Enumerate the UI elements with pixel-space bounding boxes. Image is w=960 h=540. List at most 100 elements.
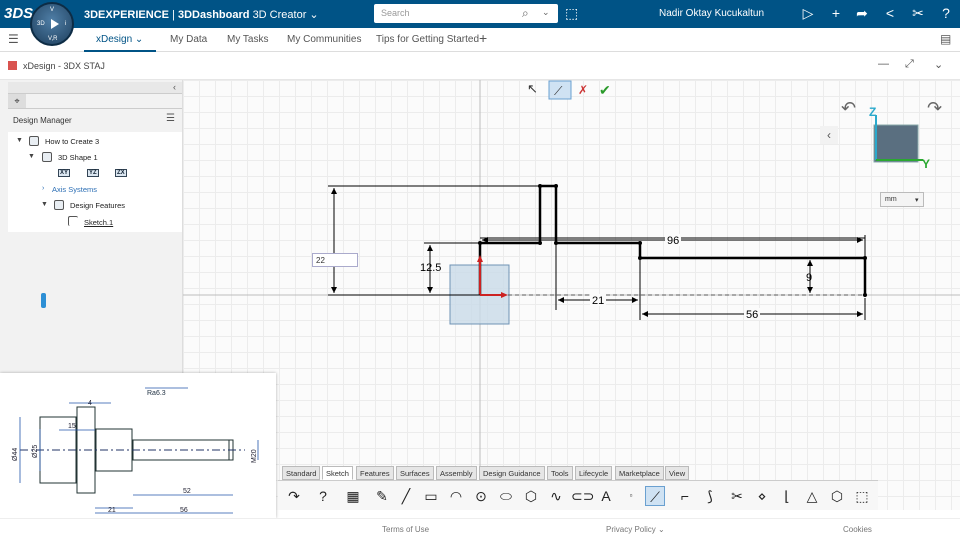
dimension-input[interactable]: 22: [312, 253, 358, 267]
help-icon[interactable]: ?: [938, 5, 954, 21]
tools-icon[interactable]: ✂: [910, 5, 926, 22]
expand-arrow-icon[interactable]: ▼: [28, 153, 35, 160]
rotate-left-icon[interactable]: ↶: [841, 98, 856, 118]
arc-icon[interactable]: ◠: [446, 486, 466, 506]
play-icon[interactable]: [51, 19, 59, 29]
compass-south[interactable]: V,R: [48, 36, 57, 42]
3d-view-icon[interactable]: ⬡: [827, 486, 847, 506]
view-cube-face[interactable]: [874, 125, 918, 162]
dim-9-label[interactable]: 9: [806, 272, 812, 284]
dim-21-label[interactable]: 21: [592, 295, 604, 307]
plane-yz-icon[interactable]: YZ: [87, 169, 99, 177]
add-tab-button[interactable]: +: [479, 30, 487, 46]
tab-assembly[interactable]: Assembly: [436, 466, 477, 480]
brand-chevron-icon[interactable]: ⌄: [309, 9, 318, 21]
units-select[interactable]: mm ▾: [880, 192, 924, 207]
tree-axis-systems[interactable]: Axis Systems: [52, 185, 97, 194]
compass-west[interactable]: 3D: [37, 21, 45, 27]
compass-north[interactable]: V: [50, 7, 54, 13]
privacy-link[interactable]: Privacy Policy ⌄: [606, 525, 665, 534]
spline-icon[interactable]: ∿: [546, 486, 566, 506]
sketch-tools-icon[interactable]: ✎: [372, 486, 392, 506]
user-name[interactable]: Nadir Oktay Kucukaltun: [659, 8, 764, 19]
fillet-icon[interactable]: ⌐: [675, 486, 695, 506]
exit-sketch-icon[interactable]: ✔: [599, 82, 611, 98]
tree-design-features[interactable]: Design Features: [70, 201, 125, 210]
cancel-sketch-icon[interactable]: ✗: [578, 83, 588, 97]
terms-link[interactable]: Terms of Use: [382, 525, 429, 534]
chat-icon[interactable]: ▤: [940, 32, 951, 46]
chevron-down-icon[interactable]: ⌄: [135, 34, 143, 45]
3ds-logo[interactable]: 3DS: [4, 5, 33, 22]
expand-arrow-icon[interactable]: ▼: [16, 137, 23, 144]
panel-menu-icon[interactable]: ☰: [166, 113, 175, 124]
search-dropdown-icon[interactable]: ⌄: [542, 7, 550, 18]
view-cube-back-button[interactable]: ‹: [820, 126, 838, 144]
view-cube[interactable]: ↶ ↷ Z Y: [841, 98, 942, 171]
minimize-button[interactable]: —: [878, 58, 889, 70]
polygon-icon[interactable]: ⬡: [521, 486, 541, 506]
tab-my-tasks[interactable]: My Tasks: [227, 34, 269, 45]
cookies-link[interactable]: Cookies: [843, 525, 872, 534]
tab-design-guidance[interactable]: Design Guidance: [479, 466, 545, 480]
compass-east[interactable]: i: [65, 21, 66, 27]
mirror-icon[interactable]: △: [802, 486, 822, 506]
tag-icon[interactable]: ⬚: [565, 5, 578, 22]
slot-icon[interactable]: ⊂⊃: [571, 486, 594, 506]
tab-standard[interactable]: Standard: [282, 466, 321, 480]
tab-tips[interactable]: Tips for Getting Started: [376, 34, 479, 45]
rotate-right-icon[interactable]: ↷: [927, 98, 942, 118]
dim-56-label[interactable]: 56: [746, 309, 758, 321]
widget-menu-button[interactable]: ⌄: [934, 58, 943, 71]
tab-surfaces[interactable]: Surfaces: [396, 466, 434, 480]
share-icon[interactable]: ▷: [800, 5, 816, 22]
ellipse-icon[interactable]: ⬭: [496, 486, 516, 506]
constraints-icon[interactable]: ⋄: [752, 486, 772, 506]
tab-my-communities[interactable]: My Communities: [287, 34, 361, 45]
line-icon[interactable]: ╱: [396, 486, 416, 506]
redo-icon[interactable]: ↷: [284, 486, 304, 506]
share-network-icon[interactable]: <: [882, 5, 898, 21]
collapse-panel-icon[interactable]: ‹: [173, 82, 176, 92]
tab-features[interactable]: Features: [356, 466, 394, 480]
tab-view[interactable]: View: [665, 466, 690, 480]
search-input[interactable]: Search: [381, 8, 410, 18]
grid-icon[interactable]: ▦: [343, 486, 363, 506]
tab-my-data[interactable]: My Data: [170, 34, 207, 45]
tree-tab-icon[interactable]: ⌖: [8, 94, 26, 108]
select-mode-icon[interactable]: ↖: [527, 81, 538, 96]
tab-marketplace[interactable]: Marketplace: [615, 466, 664, 480]
forward-icon[interactable]: ➦: [854, 5, 870, 22]
dim-96-label[interactable]: 96: [667, 235, 679, 247]
project-icon[interactable]: ⌊: [777, 486, 797, 506]
help-icon[interactable]: ?: [313, 486, 333, 506]
tree-shape[interactable]: 3D Shape 1: [58, 153, 98, 162]
tree-root[interactable]: How to Create 3: [45, 137, 99, 146]
tree-sketch[interactable]: Sketch.1: [84, 218, 113, 227]
sketch-canvas[interactable]: 96 12.5 9 21 56 ↖ ⟋ ✗ ✔ ↶ ↷ Z Y: [183, 80, 960, 510]
tab-xdesign[interactable]: xDesign ⌄: [96, 34, 143, 45]
expand-arrow-icon[interactable]: ▼: [41, 201, 48, 208]
circle-icon[interactable]: ⊙: [471, 486, 491, 506]
text-icon[interactable]: A: [596, 486, 616, 506]
plane-zx-icon[interactable]: ZX: [115, 169, 127, 177]
menu-icon[interactable]: ☰: [8, 32, 19, 46]
search-icon[interactable]: ⌕: [522, 6, 529, 21]
exit-sketch-icon[interactable]: ⬚: [852, 486, 872, 506]
dimension-icon[interactable]: ⟋: [645, 486, 665, 506]
expand-button[interactable]: ⤢: [905, 58, 914, 71]
rectangle-icon[interactable]: ▭: [421, 486, 441, 506]
offset-icon[interactable]: ⟆: [700, 486, 720, 506]
trim-icon[interactable]: ✂: [727, 486, 747, 506]
plus-icon[interactable]: +: [828, 5, 844, 21]
app-title[interactable]: 3DEXPERIENCE | 3DDashboard 3D Creator ⌄: [84, 8, 319, 21]
dim-12-5-label[interactable]: 12.5: [420, 262, 441, 274]
point-icon[interactable]: ▫: [621, 486, 641, 506]
search-bar[interactable]: Search ⌕ ⌄: [374, 4, 558, 23]
plane-xy-icon[interactable]: XY: [58, 169, 71, 177]
tab-sketch[interactable]: Sketch: [322, 466, 353, 480]
compass-widget[interactable]: V 3D i V,R: [30, 2, 74, 46]
tab-tools[interactable]: Tools: [547, 466, 573, 480]
chevron-right-icon[interactable]: ›: [42, 185, 44, 192]
tab-lifecycle[interactable]: Lifecycle: [575, 466, 613, 480]
